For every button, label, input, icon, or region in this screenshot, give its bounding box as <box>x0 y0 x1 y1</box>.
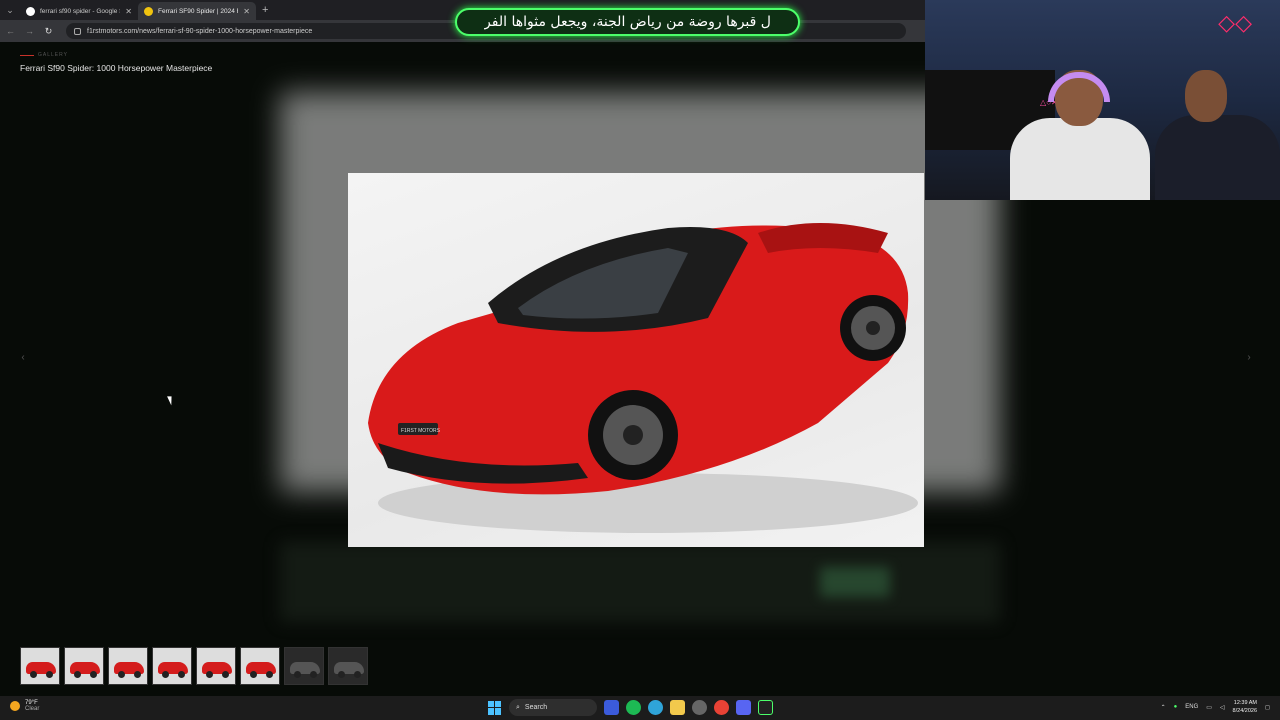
tab-label: Ferrari SF90 Spider | 2024 Revie <box>158 7 238 15</box>
gallery-tag: GALLERY <box>38 52 68 58</box>
taskbar-apps: ⌕ Search <box>488 699 773 716</box>
notifications-icon[interactable]: ◻ <box>1265 704 1270 711</box>
site-info-icon[interactable] <box>74 27 81 35</box>
subtitle-text: ل قبرها روضة من رياض الجنة، ويجعل مثواها… <box>484 14 771 30</box>
forward-icon[interactable]: → <box>24 26 35 36</box>
thumbnail-3[interactable] <box>108 647 148 685</box>
gallery-main-image: F1RST MOTORS <box>348 173 924 547</box>
google-favicon-icon <box>26 6 35 16</box>
thumbnail-4[interactable] <box>152 647 192 685</box>
vscode-icon[interactable] <box>604 700 619 715</box>
thumbnail-6[interactable] <box>240 647 280 685</box>
streamer-left <box>1010 70 1150 200</box>
network-icon[interactable]: ▭ <box>1206 704 1212 711</box>
thumbnail-2[interactable] <box>64 647 104 685</box>
webcam-overlay: △○✕□ ◇◇ <box>925 0 1280 200</box>
chrome-icon[interactable] <box>714 700 729 715</box>
next-image-button[interactable]: › <box>1242 352 1256 366</box>
prev-image-button[interactable]: ‹ <box>16 352 30 366</box>
ferrari-car-illustration: F1RST MOTORS <box>368 223 918 533</box>
tab-search-dropdown-icon[interactable]: ⌄ <box>0 0 20 20</box>
neon-logo-icon: ◇◇ <box>1218 10 1252 35</box>
moon-weather-icon <box>10 701 20 711</box>
clock-date: 8/24/2026 <box>1232 708 1258 714</box>
site-favicon-icon <box>144 6 153 16</box>
clock-time: 12:39 AM <box>1233 700 1258 706</box>
nvidia-icon[interactable]: ● <box>1174 704 1178 710</box>
system-tray: ⌃ ● ENG ▭ ◁ 12:39 AM 8/24/2026 ◻ <box>1161 699 1270 715</box>
discord-icon[interactable] <box>736 700 751 715</box>
mouse-cursor-icon <box>167 394 175 406</box>
tab-label: ferrari sf90 spider - Google Sea <box>40 7 120 15</box>
search-label: Search <box>524 704 548 711</box>
close-tab-icon[interactable]: ✕ <box>243 7 250 16</box>
blurred-button <box>820 567 890 597</box>
back-icon[interactable]: ← <box>5 26 16 36</box>
thumbnail-strip <box>20 647 368 685</box>
thumbnail-5[interactable] <box>196 647 236 685</box>
tab-google-search[interactable]: ferrari sf90 spider - Google Sea ✕ <box>20 2 138 20</box>
weather-widget[interactable]: 79°F Clear <box>10 700 39 712</box>
xbox-icon[interactable] <box>692 700 707 715</box>
weather-condition: Clear <box>25 706 40 712</box>
file-explorer-icon[interactable] <box>670 700 685 715</box>
app-icon[interactable] <box>758 700 773 715</box>
edge-icon[interactable] <box>648 700 663 715</box>
subtitle-banner: ل قبرها روضة من رياض الجنة، ويجعل مثواها… <box>455 8 800 36</box>
windows-taskbar: 79°F Clear ⌕ Search ⌃ ● ENG ▭ ◁ 12:39 AM… <box>0 696 1280 720</box>
gallery-title: Ferrari Sf90 Spider: 1000 Horsepower Mas… <box>20 63 213 73</box>
thumbnail-1[interactable] <box>20 647 60 685</box>
gallery-accent-line <box>20 55 34 56</box>
close-tab-icon[interactable]: ✕ <box>125 7 132 16</box>
clock[interactable]: 12:39 AM 8/24/2026 <box>1233 699 1257 715</box>
reload-icon[interactable]: ↻ <box>43 26 54 37</box>
taskbar-search[interactable]: ⌕ Search <box>509 699 597 716</box>
spotify-icon[interactable] <box>626 700 641 715</box>
blurred-background-lower <box>280 542 1000 622</box>
new-tab-button[interactable]: + <box>256 4 274 16</box>
screen: ⌄ ferrari sf90 spider - Google Sea ✕ Fer… <box>0 0 1280 720</box>
url-text: f1rstmotors.com/news/ferrari-sf-90-spide… <box>87 27 313 35</box>
windows-start-icon[interactable] <box>488 700 502 715</box>
chevron-up-icon[interactable]: ⌃ <box>1161 704 1166 711</box>
thumbnail-8[interactable] <box>328 647 368 685</box>
search-icon: ⌕ <box>516 703 520 711</box>
license-plate-text: F1RST MOTORS <box>401 428 441 434</box>
tab-ferrari-review[interactable]: Ferrari SF90 Spider | 2024 Revie ✕ <box>138 2 256 20</box>
headset-icon <box>1048 72 1110 102</box>
language-indicator[interactable]: ENG <box>1185 704 1198 710</box>
thumbnail-7[interactable] <box>284 647 324 685</box>
volume-icon[interactable]: ◁ <box>1220 704 1225 711</box>
streamer-right <box>1155 70 1280 200</box>
